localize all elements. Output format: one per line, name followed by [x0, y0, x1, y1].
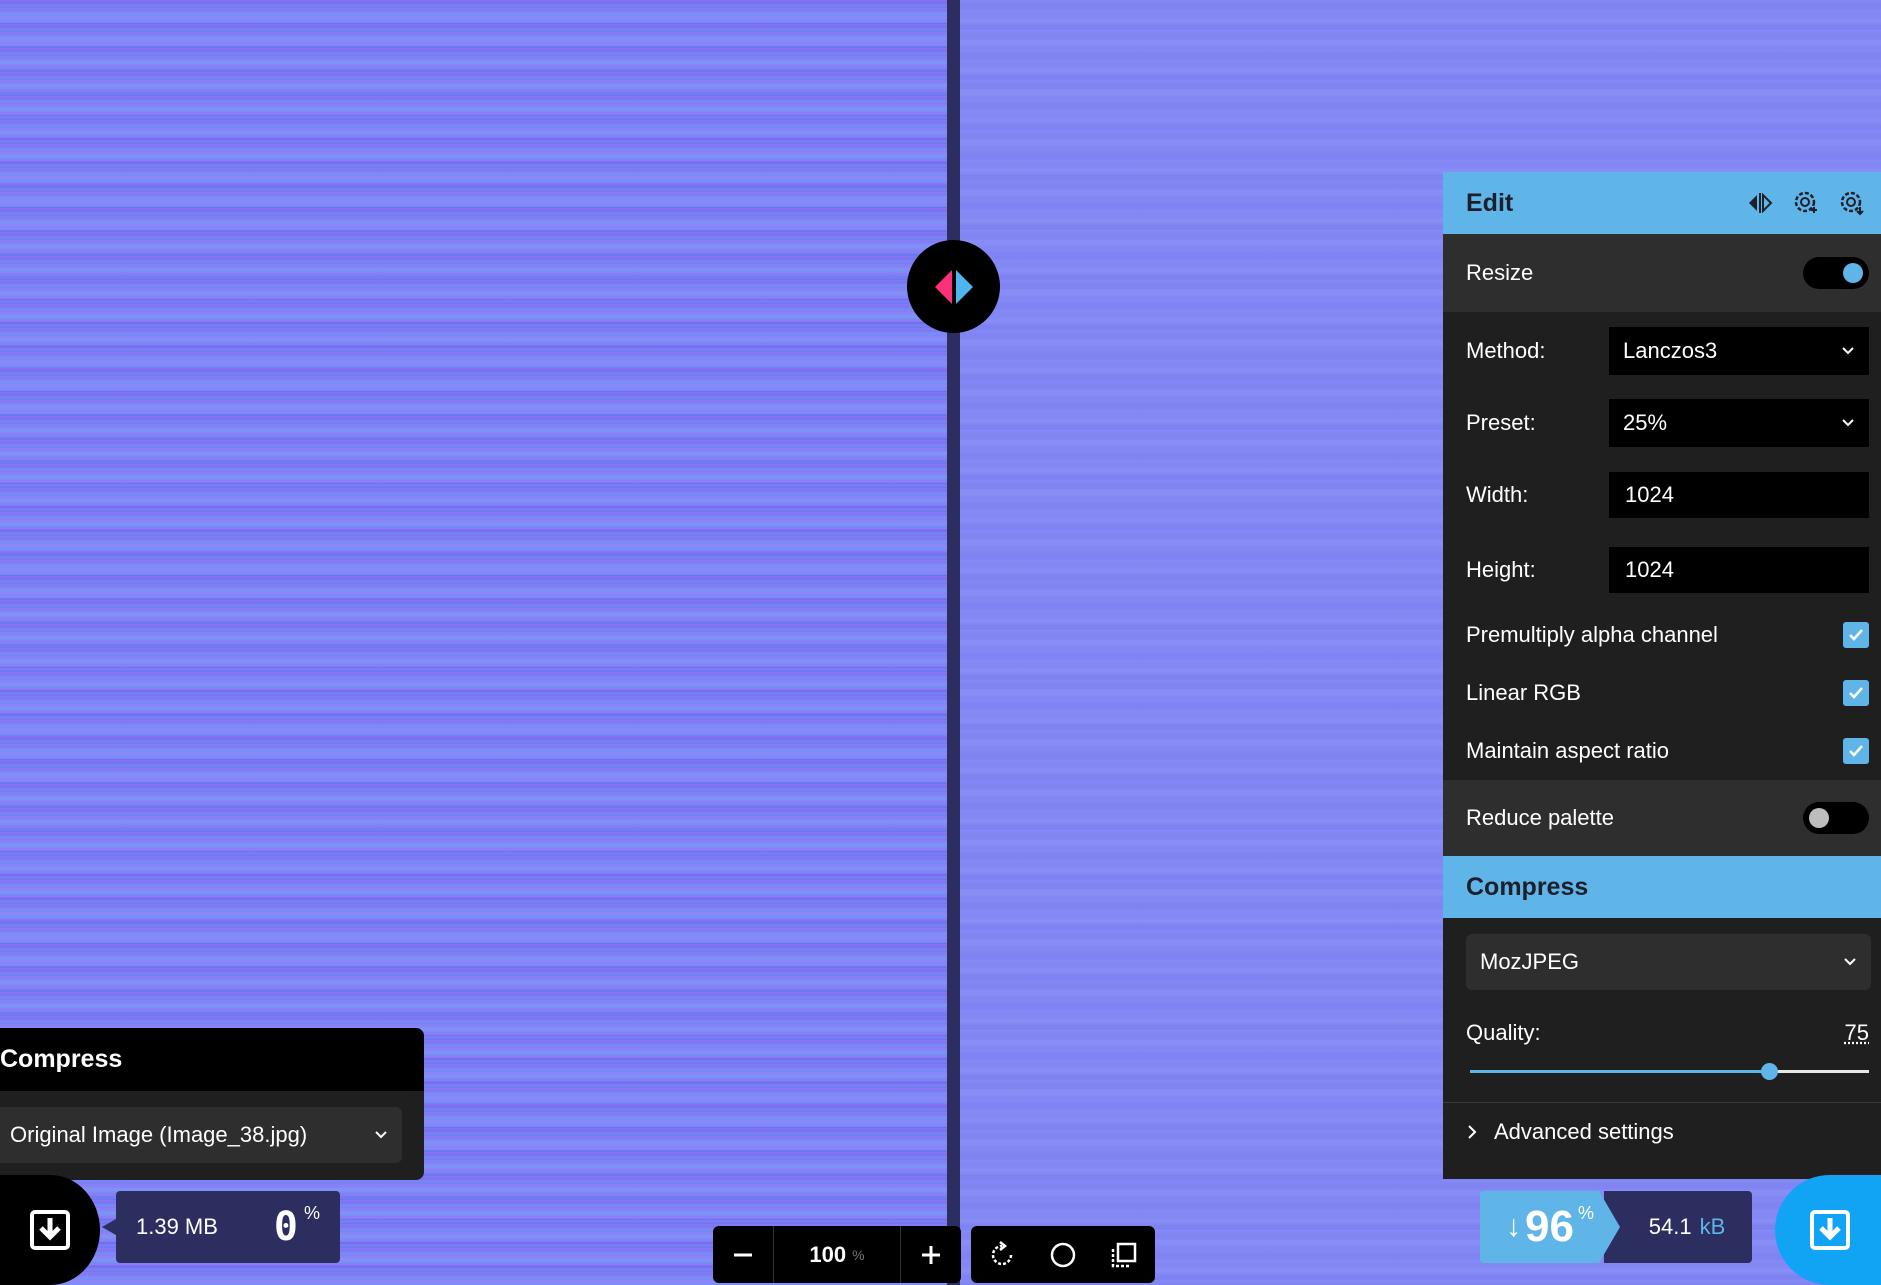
advanced-settings-toggle[interactable]: Advanced settings — [1443, 1102, 1881, 1161]
linear-rgb-label: Linear RGB — [1466, 680, 1581, 705]
codec-select[interactable]: MozJPEG — [1466, 934, 1871, 990]
original-size-stats: 1.39 MB 0 % — [102, 1191, 340, 1263]
compressed-size-stats: ↓ 96 % 54.1 kB — [1480, 1191, 1752, 1263]
premultiply-alpha-checkbox[interactable] — [1843, 622, 1869, 648]
comparison-divider[interactable] — [947, 0, 960, 1285]
zoom-in-button[interactable] — [901, 1226, 961, 1283]
hide-panels-icon[interactable] — [1109, 1240, 1139, 1270]
width-input[interactable]: 1024 — [1609, 472, 1869, 518]
chevron-down-icon — [1844, 958, 1856, 966]
linear-rgb-row[interactable]: Linear RGB — [1443, 664, 1881, 722]
maintain-aspect-ratio-checkbox[interactable] — [1843, 738, 1869, 764]
chevron-down-icon — [1842, 419, 1854, 427]
left-compress-panel: Compress Original Image (Image_38.jpg) — [0, 1028, 424, 1180]
left-compress-title: Compress — [0, 1045, 123, 1073]
reduce-palette-toggle[interactable] — [1803, 802, 1869, 834]
compressed-size-value: 54.1 — [1648, 1214, 1692, 1239]
divider-handle[interactable] — [907, 240, 1000, 333]
quality-slider[interactable] — [1470, 1062, 1869, 1080]
save-settings-gear-icon[interactable] — [1791, 188, 1821, 218]
compress-section-title: Compress — [1466, 872, 1589, 901]
saving-percent-sign: % — [1577, 1203, 1594, 1223]
background-toggle-icon[interactable] — [1048, 1240, 1078, 1270]
method-row: Method: Lanczos3 — [1443, 312, 1881, 390]
resize-label: Resize — [1466, 260, 1534, 285]
premultiply-alpha-row[interactable]: Premultiply alpha channel — [1443, 606, 1881, 664]
view-toolbar — [971, 1226, 1155, 1283]
reduce-palette-label: Reduce palette — [1466, 805, 1614, 830]
preset-row: Preset: 25% — [1443, 390, 1881, 456]
download-compressed-button[interactable] — [1775, 1175, 1881, 1285]
original-percent: 0 — [273, 1204, 298, 1250]
method-label: Method: — [1466, 338, 1546, 363]
checkmark-icon — [1849, 629, 1863, 641]
left-compress-header: Compress — [0, 1028, 424, 1091]
zoom-toolbar: 100% — [713, 1226, 961, 1283]
compressed-file-size: 54.1 kB — [1604, 1191, 1752, 1263]
method-value: Lanczos3 — [1623, 338, 1718, 363]
height-row: Height: 1024 — [1443, 534, 1881, 606]
zoom-level[interactable]: 100% — [773, 1226, 901, 1283]
edit-panel: Edit Resize Method: Lanczos3 Preset: 25%… — [1443, 172, 1881, 1179]
download-icon — [1810, 1210, 1850, 1250]
preset-value: 25% — [1623, 410, 1668, 435]
original-file-size: 1.39 MB — [136, 1214, 218, 1239]
minus-icon — [734, 1253, 752, 1256]
height-label: Height: — [1466, 557, 1536, 582]
preset-label: Preset: — [1466, 410, 1536, 435]
size-saving-badge: ↓ 96 % — [1480, 1191, 1620, 1263]
maintain-aspect-ratio-label: Maintain aspect ratio — [1466, 738, 1669, 763]
rotate-icon[interactable] — [987, 1240, 1017, 1270]
reduce-palette-row: Reduce palette — [1443, 780, 1881, 856]
saving-percent: 96 — [1525, 1202, 1574, 1251]
width-label: Width: — [1466, 482, 1529, 507]
quality-row: Quality: 75 — [1443, 990, 1881, 1046]
quality-value[interactable]: 75 — [1845, 1020, 1869, 1046]
original-percent-sign: % — [303, 1203, 320, 1223]
chevron-down-icon — [375, 1131, 387, 1139]
import-settings-gear-icon[interactable] — [1837, 188, 1867, 218]
resize-toggle[interactable] — [1803, 257, 1869, 289]
copy-to-other-side-icon[interactable] — [1745, 188, 1775, 218]
checkmark-icon — [1849, 687, 1863, 699]
quality-slider-thumb[interactable] — [1761, 1063, 1779, 1080]
advanced-settings-label: Advanced settings — [1494, 1119, 1674, 1144]
zoom-out-button[interactable] — [713, 1226, 773, 1283]
compress-section-header: Compress — [1443, 856, 1881, 918]
download-original-button[interactable] — [0, 1175, 100, 1285]
linear-rgb-checkbox[interactable] — [1843, 680, 1869, 706]
left-source-value: Original Image (Image_38.jpg) — [10, 1122, 308, 1147]
width-row: Width: 1024 — [1443, 456, 1881, 534]
preset-select[interactable]: 25% — [1609, 399, 1869, 447]
zoom-value: 100 — [809, 1241, 847, 1267]
edit-panel-header: Edit — [1443, 172, 1881, 234]
zoom-unit: % — [852, 1246, 865, 1263]
chevron-down-icon — [1842, 347, 1854, 355]
plus-icon — [922, 1245, 940, 1264]
left-arrow-icon — [934, 269, 952, 304]
maintain-aspect-ratio-row[interactable]: Maintain aspect ratio — [1443, 722, 1881, 780]
left-source-select[interactable]: Original Image (Image_38.jpg) — [0, 1107, 402, 1163]
premultiply-alpha-label: Premultiply alpha channel — [1466, 622, 1718, 647]
height-input[interactable]: 1024 — [1609, 547, 1869, 593]
checkmark-icon — [1849, 745, 1863, 757]
download-icon — [30, 1210, 70, 1250]
quality-label: Quality: — [1466, 1020, 1541, 1045]
resize-row: Resize — [1443, 234, 1881, 312]
method-select[interactable]: Lanczos3 — [1609, 327, 1869, 375]
codec-value: MozJPEG — [1480, 949, 1580, 974]
right-arrow-icon — [955, 269, 973, 304]
chevron-right-icon — [1468, 1125, 1477, 1139]
edit-panel-title: Edit — [1466, 188, 1514, 217]
down-arrow-icon: ↓ — [1506, 1210, 1522, 1243]
compressed-size-unit: kB — [1699, 1214, 1726, 1239]
